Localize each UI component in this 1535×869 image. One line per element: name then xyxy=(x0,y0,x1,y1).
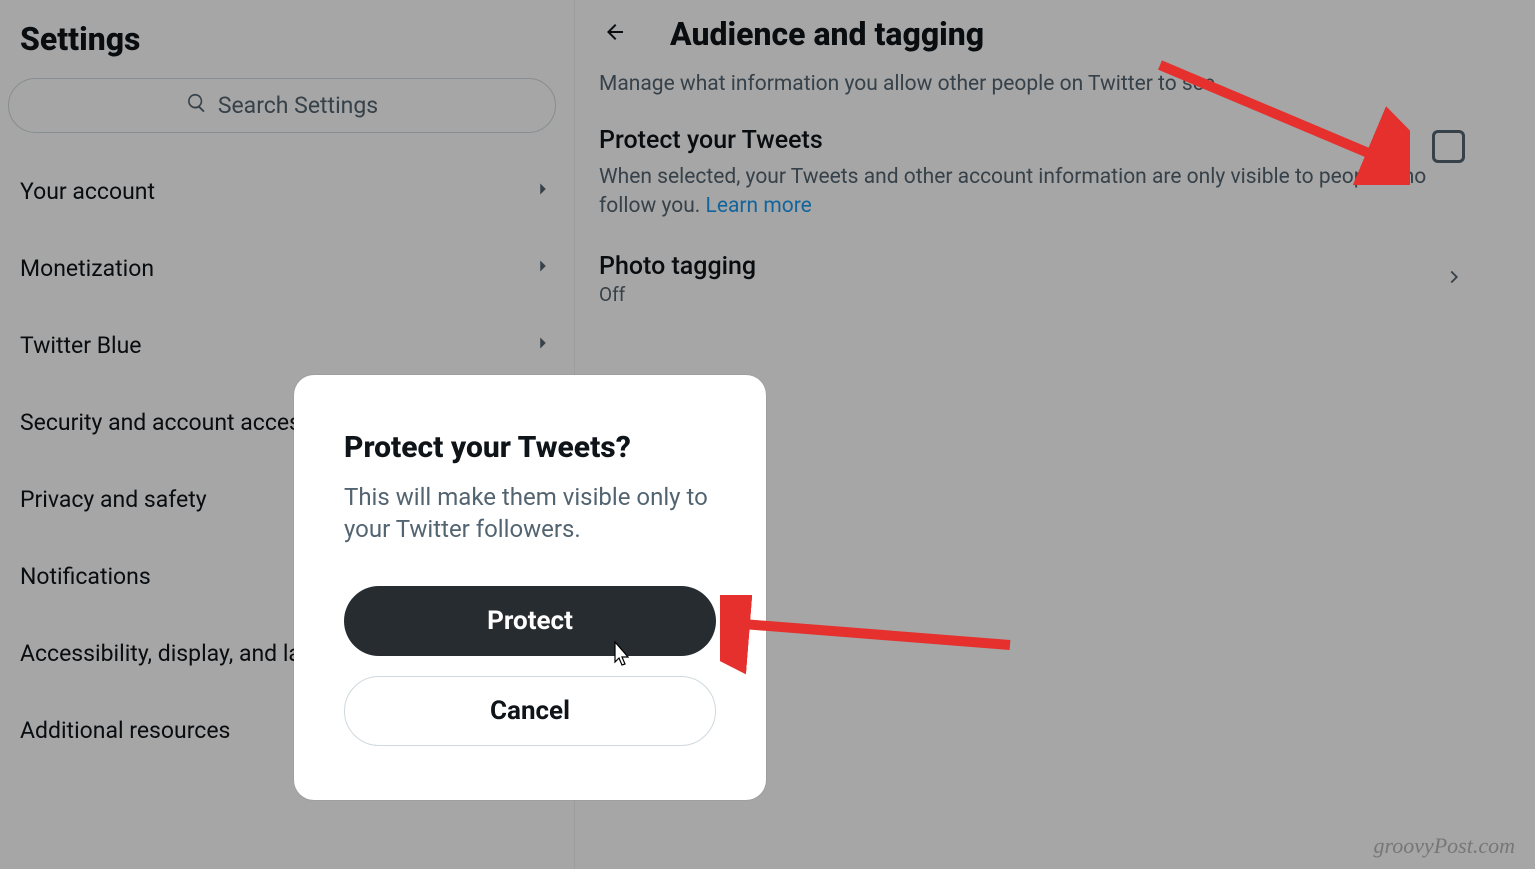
modal-title: Protect your Tweets? xyxy=(344,430,716,465)
mouse-cursor-icon xyxy=(609,640,629,668)
cancel-button[interactable]: Cancel xyxy=(344,676,716,746)
protect-tweets-modal: Protect your Tweets? This will make them… xyxy=(294,375,766,800)
protect-button[interactable]: Protect xyxy=(344,586,716,656)
modal-backdrop[interactable] xyxy=(0,0,1535,869)
modal-body: This will make them visible only to your… xyxy=(344,481,716,546)
watermark: groovyPost.com xyxy=(1373,833,1515,859)
